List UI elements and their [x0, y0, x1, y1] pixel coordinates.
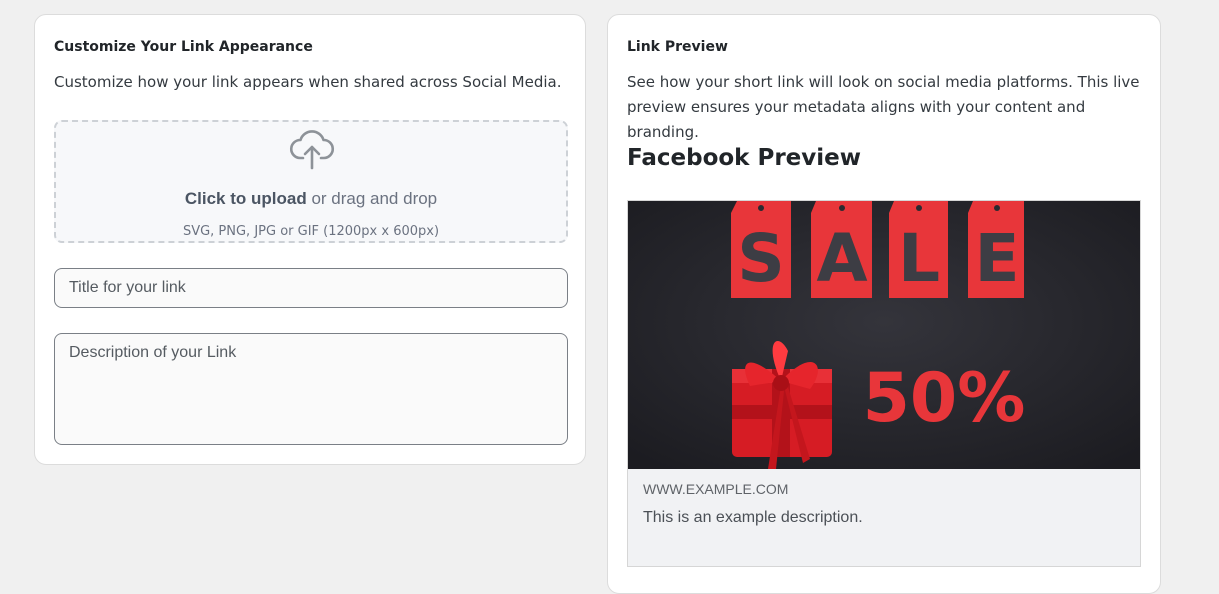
sale-tag-s: S	[731, 201, 791, 298]
preview-image: S A L E 50%	[628, 201, 1140, 469]
preview-domain: WWW.EXAMPLE.COM	[643, 481, 789, 497]
image-upload-dropzone[interactable]: Click to upload or drag and drop SVG, PN…	[54, 120, 568, 243]
link-description-textarea[interactable]	[54, 333, 568, 445]
upload-instructions: Click to upload or drag and drop	[56, 189, 566, 209]
link-preview-title: Link Preview	[627, 39, 728, 55]
preview-description: This is an example description.	[643, 509, 863, 526]
sale-letter-a: A	[816, 220, 867, 297]
customize-description: Customize how your link appears when sha…	[54, 73, 562, 91]
customize-card: Customize Your Link Appearance Customize…	[34, 14, 586, 465]
link-title-input[interactable]	[54, 268, 568, 308]
cloud-upload-icon	[289, 130, 335, 170]
upload-format-hint: SVG, PNG, JPG or GIF (1200px x 600px)	[182, 224, 440, 239]
sale-tag-e: E	[968, 201, 1024, 298]
facebook-preview-heading: Facebook Preview	[627, 145, 862, 171]
click-to-upload-link[interactable]: Click to upload	[185, 189, 307, 208]
sale-tag-a: A	[811, 201, 872, 298]
link-preview-card: Link Preview See how your short link wil…	[607, 14, 1161, 594]
sale-letter-s: S	[737, 220, 785, 297]
drag-drop-text: or drag and drop	[311, 189, 438, 208]
sale-tag-l: L	[889, 201, 948, 298]
sale-letter-l: L	[898, 220, 940, 297]
discount-text: 50%	[863, 359, 1026, 438]
sale-letter-e: E	[974, 220, 1019, 297]
link-preview-description: See how your short link will look on soc…	[627, 73, 1140, 141]
facebook-preview-card: S A L E 50% WWW.EXAMPLE.COM This is an e…	[627, 200, 1141, 567]
customize-title: Customize Your Link Appearance	[54, 39, 313, 55]
